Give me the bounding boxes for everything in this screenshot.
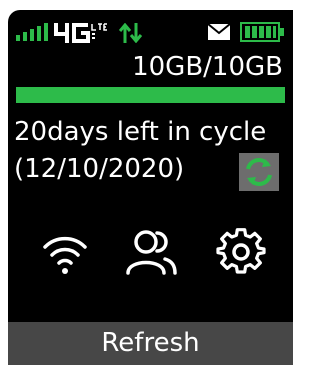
data-usage-bar [16,87,285,103]
mail-icon [208,24,230,40]
data-transfer-arrows-icon [119,23,143,43]
wifi-icon [43,236,87,274]
days-left-label: 20days left in cycle [14,117,267,147]
cycle-date-label: (12/10/2020) [14,154,185,184]
wifi-button[interactable] [40,228,90,278]
battery-icon [240,22,284,42]
signal-icon [16,23,48,41]
connected-users-button[interactable] [124,226,180,278]
data-usage-label: 10GB/10GB [132,52,283,82]
refresh-icon [246,158,272,186]
status-bar: 4G LTE [8,10,293,50]
settings-button[interactable] [216,228,266,278]
refresh-button[interactable]: Refresh [8,322,293,365]
users-icon [126,230,177,275]
refresh-data-button[interactable] [239,153,279,191]
settings-icon [216,228,266,274]
device-screen: 4G LTE [8,10,293,365]
data-usage-bar-fill [16,87,285,103]
